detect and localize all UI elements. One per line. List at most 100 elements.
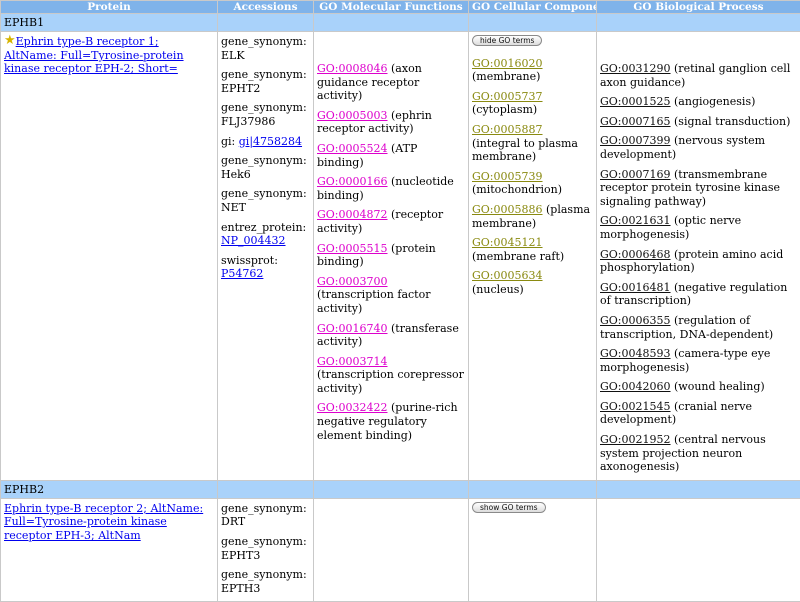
go-term: GO:0048593 (camera-type eye morphogenesi… (600, 347, 797, 374)
gene-detail-row-ephb1: ★Ephrin type-B receptor 1; AltName: Full… (1, 32, 800, 481)
go-term: GO:0021545 (cranial nerve development) (600, 400, 797, 427)
accession-item: entrez_protein: NP_004432 (221, 221, 310, 248)
go-term-link[interactable]: GO:0001525 (600, 95, 671, 108)
go-term: GO:0005003 (ephrin receptor activity) (317, 109, 465, 136)
go-term-description: (angiogenesis) (674, 95, 755, 108)
go-term-description: (integral to plasma membrane) (472, 137, 578, 164)
go-term: GO:0005515 (protein binding) (317, 242, 465, 269)
go-term-link[interactable]: GO:0042060 (600, 380, 671, 393)
go-term-link[interactable]: GO:0005524 (317, 142, 388, 155)
go-term-description: (wound healing) (674, 380, 765, 393)
go-term-link[interactable]: GO:0032422 (317, 401, 388, 414)
go-term-link[interactable]: GO:0003700 (317, 275, 388, 288)
go-term: GO:0007399 (nervous system development) (600, 134, 797, 161)
go-term-description: (nucleus) (472, 283, 524, 296)
go-term: GO:0016020 (membrane) (472, 57, 593, 84)
cellular-components-cell: show GO terms (469, 498, 597, 602)
column-header-go-molecular-functions: GO Molecular Functions (314, 1, 469, 14)
protein-link[interactable]: Ephrin type-B receptor 1; AltName: Full=… (4, 35, 184, 75)
accession-item: gene_synonym: DRT (221, 502, 310, 529)
go-term-link[interactable]: GO:0005003 (317, 109, 388, 122)
go-term: GO:0032422 (purine-rich negative regulat… (317, 401, 465, 442)
entrez-protein-link[interactable]: NP_004432 (221, 234, 286, 247)
accession-item: gene_synonym: ELK (221, 35, 310, 62)
go-term-link[interactable]: GO:0005886 (472, 203, 543, 216)
column-header-go-biological-process: GO Biological Process (597, 1, 800, 14)
go-term: GO:0005524 (ATP binding) (317, 142, 465, 169)
accessions-cell: gene_synonym: DRT gene_synonym: EPHT3 ge… (218, 498, 314, 602)
go-term-description: (transcription factor activity) (317, 288, 430, 315)
go-term-link[interactable]: GO:0008046 (317, 62, 388, 75)
go-term-link[interactable]: GO:0004872 (317, 208, 388, 221)
accession-item: gene_synonym: EPHT2 (221, 68, 310, 95)
gene-name: EPHB1 (1, 14, 218, 32)
go-term-link[interactable]: GO:0003714 (317, 355, 388, 368)
go-term-link[interactable]: GO:0021545 (600, 400, 671, 413)
go-term-link[interactable]: GO:0007169 (600, 168, 671, 181)
go-term: GO:0005887 (integral to plasma membrane) (472, 123, 593, 164)
accession-item: swissprot: P54762 (221, 254, 310, 281)
go-term: GO:0021952 (central nervous system proje… (600, 433, 797, 474)
go-term-description: (transcription corepressor activity) (317, 368, 464, 395)
swissprot-link[interactable]: P54762 (221, 267, 263, 280)
go-term-link[interactable]: GO:0007165 (600, 115, 671, 128)
go-term-link[interactable]: GO:0016740 (317, 322, 388, 335)
go-term-link[interactable]: GO:0006355 (600, 314, 671, 327)
protein-cell: ★Ephrin type-B receptor 1; AltName: Full… (1, 32, 218, 481)
go-term: GO:0007165 (signal transduction) (600, 115, 797, 129)
accession-item: gene_synonym: NET (221, 187, 310, 214)
go-term: GO:0045121 (membrane raft) (472, 236, 593, 263)
accessions-cell: gene_synonym: ELK gene_synonym: EPHT2 ge… (218, 32, 314, 481)
go-term-link[interactable]: GO:0016020 (472, 57, 543, 70)
go-term: GO:0021631 (optic nerve morphogenesis) (600, 214, 797, 241)
accession-item: gene_synonym: EPTH3 (221, 568, 310, 595)
go-term-link[interactable]: GO:0005887 (472, 123, 543, 136)
go-term: GO:0031290 (retinal ganglion cell axon g… (600, 62, 797, 89)
cellular-components-cell: hide GO terms GO:0016020 (membrane)GO:00… (469, 32, 597, 481)
go-term: GO:0001525 (angiogenesis) (600, 95, 797, 109)
table-header-row: Protein Accessions GO Molecular Function… (1, 1, 800, 14)
go-term-link[interactable]: GO:0005634 (472, 269, 543, 282)
molecular-functions-cell: GO:0008046 (axon guidance receptor activ… (314, 32, 469, 481)
go-term-link[interactable]: GO:0021952 (600, 433, 671, 446)
go-term-link[interactable]: GO:0005739 (472, 170, 543, 183)
biological-process-cell: GO:0031290 (retinal ganglion cell axon g… (597, 32, 800, 481)
go-term-description: (mitochondrion) (472, 183, 562, 196)
go-term: GO:0042060 (wound healing) (600, 380, 797, 394)
go-term-description: (membrane raft) (472, 250, 564, 263)
column-header-go-cellular-components: GO Cellular Components (469, 1, 597, 14)
go-term: GO:0000166 (nucleotide binding) (317, 175, 465, 202)
go-term-link[interactable]: GO:0021631 (600, 214, 671, 227)
star-icon: ★ (4, 35, 16, 46)
gene-name: EPHB2 (1, 480, 218, 498)
gene-row-ephb1: EPHB1 (1, 14, 800, 32)
go-term-link[interactable]: GO:0005515 (317, 242, 388, 255)
protein-cell: Ephrin type-B receptor 2; AltName: Full=… (1, 498, 218, 602)
go-term: GO:0005886 (plasma membrane) (472, 203, 593, 230)
gi-link[interactable]: gi|4758284 (239, 135, 302, 148)
go-term: GO:0006355 (regulation of transcription,… (600, 314, 797, 341)
go-term-link[interactable]: GO:0006468 (600, 248, 671, 261)
gene-detail-row-ephb2: Ephrin type-B receptor 2; AltName: Full=… (1, 498, 800, 602)
protein-link[interactable]: Ephrin type-B receptor 2; AltName: Full=… (4, 502, 203, 542)
go-term: GO:0005739 (mitochondrion) (472, 170, 593, 197)
go-term-description: (cytoplasm) (472, 103, 537, 116)
go-term-description: (signal transduction) (674, 115, 790, 128)
go-term-link[interactable]: GO:0048593 (600, 347, 671, 360)
accession-item: gene_synonym: Hek6 (221, 154, 310, 181)
go-term: GO:0016481 (negative regulation of trans… (600, 281, 797, 308)
go-term-link[interactable]: GO:0000166 (317, 175, 388, 188)
accession-item: gene_synonym: FLJ37986 (221, 101, 310, 128)
go-term-link[interactable]: GO:0007399 (600, 134, 671, 147)
go-term: GO:0008046 (axon guidance receptor activ… (317, 62, 465, 103)
go-term-link[interactable]: GO:0031290 (600, 62, 671, 75)
gene-row-ephb2: EPHB2 (1, 480, 800, 498)
go-term-link[interactable]: GO:0016481 (600, 281, 671, 294)
hide-go-terms-button[interactable]: hide GO terms (472, 35, 542, 46)
go-term-link[interactable]: GO:0045121 (472, 236, 543, 249)
show-go-terms-button[interactable]: show GO terms (472, 502, 546, 513)
column-header-protein: Protein (1, 1, 218, 14)
go-term: GO:0004872 (receptor activity) (317, 208, 465, 235)
go-term: GO:0016740 (transferase activity) (317, 322, 465, 349)
go-term-link[interactable]: GO:0005737 (472, 90, 543, 103)
